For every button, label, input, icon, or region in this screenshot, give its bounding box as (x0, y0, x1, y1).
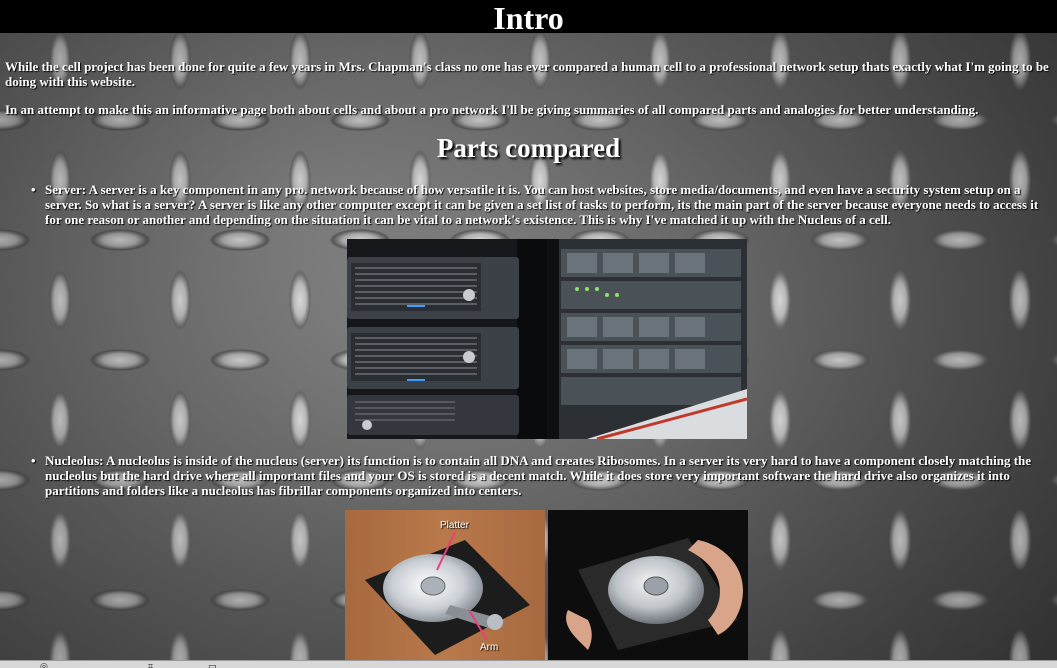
server-rack-photo (347, 239, 547, 439)
server-rack-photo (547, 239, 747, 439)
intro-paragraph-2: In an attempt to make this an informativ… (5, 102, 979, 117)
status-icon: ◎ (40, 661, 48, 668)
list-item-server: Server: A server is a key component in a… (31, 182, 1045, 227)
label-pointer-lines (436, 531, 488, 641)
status-icon: ▭ (208, 661, 217, 668)
section-title: Parts compared (436, 133, 621, 163)
intro-paragraph-1: While the cell project has been done for… (5, 59, 1049, 89)
hand-holding-hard-drive-photo (548, 510, 748, 660)
page-content: Intro While the cell project has been do… (0, 0, 1057, 668)
list-item-nucleolus: Nucleolus: A nucleolus is inside of the … (31, 453, 1045, 498)
browser-status-bar: ◎ ⌗ ▭ (0, 660, 1057, 668)
hard-drive-diagram-photo: Platter Arm (345, 510, 545, 660)
page-title: Intro (493, 0, 564, 36)
status-icon: ⌗ (148, 661, 154, 668)
